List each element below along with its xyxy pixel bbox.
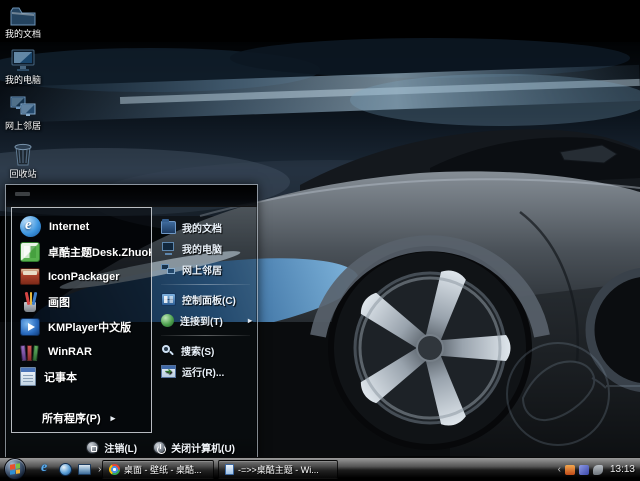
power-icon: [153, 441, 166, 454]
menu-item-paint[interactable]: 画图: [12, 289, 151, 314]
desktop-icon-recycle-bin[interactable]: 回收站: [0, 140, 46, 179]
start-menu-places-panel: 我的文档 我的电脑 网上邻居 控制面板(C) 连接到(T) ▸ 搜索(S) 运行…: [156, 207, 255, 433]
taskbar-task-browser-window[interactable]: 桌面 - 壁纸 - 桌酷...: [102, 460, 214, 479]
log-off-icon: [86, 441, 99, 454]
windows-logo-icon: [10, 463, 20, 474]
menu-item-label: WinRAR: [48, 346, 92, 358]
search-icon: [161, 344, 175, 358]
menu-item-label: 控制面板(C): [182, 292, 236, 307]
submenu-arrow-icon: ▸: [111, 413, 116, 424]
menu-item-winrar[interactable]: WinRAR: [12, 339, 151, 364]
menu-separator: [161, 284, 250, 285]
paint-icon: [20, 292, 40, 312]
document-window-icon: [225, 464, 234, 475]
log-off-button[interactable]: 注销(L): [86, 440, 137, 455]
taskbar-clock[interactable]: 13:13: [610, 464, 635, 475]
menu-item-control-panel[interactable]: 控制面板(C): [156, 289, 255, 310]
tray-icon-2[interactable]: [579, 465, 589, 475]
quick-launch-expand-chevron-icon[interactable]: ›: [98, 464, 101, 475]
menu-item-network-places[interactable]: 网上邻居: [156, 259, 255, 280]
menu-item-search[interactable]: 搜索(S): [156, 340, 255, 361]
taskbar-task-theme-window[interactable]: -=>>桌酷主题 - Wi...: [218, 460, 338, 479]
desktop-icon-my-computer[interactable]: 我的电脑: [0, 48, 46, 85]
start-button[interactable]: [4, 458, 26, 480]
start-menu-user-banner: [6, 185, 257, 207]
quick-launch-browser-icon[interactable]: [59, 463, 72, 476]
menu-item-zhuoku-theme[interactable]: 卓酷主题Desk.ZhuoKu.Com: [12, 239, 151, 264]
desktop-icon-label: 网上邻居: [0, 121, 46, 131]
start-menu-footer: 注销(L) 关闭计算机(U): [6, 435, 257, 459]
network-places-icon: [8, 94, 38, 120]
recycle-bin-icon: [8, 140, 38, 168]
task-button-label: 桌面 - 壁纸 - 桌酷...: [124, 463, 202, 476]
menu-separator: [161, 335, 250, 336]
start-menu-pinned-panel: Internet 卓酷主题Desk.ZhuoKu.Com IconPackage…: [11, 207, 152, 433]
my-computer-icon: [8, 48, 38, 74]
desktop-icon-label: 回收站: [0, 169, 46, 179]
tray-collapse-chevron-icon[interactable]: ‹: [558, 464, 561, 475]
run-icon: [161, 365, 176, 378]
menu-item-iconpackager[interactable]: IconPackager: [12, 264, 151, 289]
menu-item-run[interactable]: 运行(R)...: [156, 361, 255, 382]
network-places-icon: [161, 263, 176, 276]
connect-to-icon: [161, 314, 174, 327]
menu-item-label: 卓酷主题Desk.ZhuoKu.Com: [48, 244, 151, 260]
log-off-label: 注销(L): [104, 440, 137, 455]
chrome-icon: [109, 464, 120, 475]
submenu-arrow-icon: ▸: [248, 316, 255, 325]
winrar-icon: [20, 343, 40, 361]
menu-item-kmplayer[interactable]: KMPlayer中文版: [12, 314, 151, 339]
quick-launch-bar: ›: [40, 458, 101, 481]
menu-item-label: 我的电脑: [182, 241, 222, 256]
start-menu: Internet 卓酷主题Desk.ZhuoKu.Com IconPackage…: [5, 184, 258, 460]
all-programs-label: 所有程序(P): [42, 410, 101, 426]
desktop-icon-label: 我的电脑: [0, 75, 46, 85]
internet-explorer-icon: [20, 216, 41, 237]
iconpackager-icon: [20, 268, 40, 285]
menu-item-my-computer[interactable]: 我的电脑: [156, 238, 255, 259]
menu-item-connect-to[interactable]: 连接到(T) ▸: [156, 310, 255, 331]
task-button-label: -=>>桌酷主题 - Wi...: [238, 463, 319, 476]
my-computer-icon: [161, 242, 176, 255]
notepad-icon: [20, 367, 36, 386]
menu-item-label: 连接到(T): [180, 313, 223, 328]
menu-item-label: 画图: [48, 294, 70, 310]
menu-item-label: Internet: [49, 221, 89, 233]
system-tray: ‹ 13:13: [555, 458, 638, 481]
taskbar: › 桌面 - 壁纸 - 桌酷... -=>>桌酷主题 - Wi... ‹ 13:…: [0, 457, 640, 480]
kmplayer-icon: [20, 318, 40, 336]
user-label: [15, 192, 30, 196]
desktop-icon-label: 我的文档: [0, 29, 46, 39]
desktop-icon-network-places[interactable]: 网上邻居: [0, 94, 46, 131]
desktop-icon-my-documents[interactable]: 我的文档: [0, 2, 46, 39]
control-panel-icon: [161, 293, 176, 306]
menu-item-label: 网上邻居: [182, 262, 222, 277]
menu-item-label: 我的文档: [182, 220, 222, 235]
my-documents-icon: [8, 2, 38, 28]
menu-item-label: 搜索(S): [181, 343, 214, 358]
menu-item-my-documents[interactable]: 我的文档: [156, 217, 255, 238]
menu-item-label: IconPackager: [48, 271, 120, 283]
menu-item-notepad[interactable]: 记事本: [12, 364, 151, 389]
all-programs-button[interactable]: 所有程序(P) ▸: [12, 408, 151, 428]
shut-down-button[interactable]: 关闭计算机(U): [153, 440, 235, 455]
zhuoku-theme-icon: [20, 242, 40, 262]
menu-item-internet[interactable]: Internet: [12, 214, 151, 239]
menu-item-label: 运行(R)...: [182, 364, 224, 379]
tray-icon-3[interactable]: [593, 465, 603, 475]
menu-item-label: 记事本: [44, 369, 77, 385]
quick-launch-show-desktop-icon[interactable]: [78, 464, 91, 475]
my-documents-icon: [161, 221, 176, 234]
quick-launch-internet-explorer-icon[interactable]: [40, 463, 53, 476]
shut-down-label: 关闭计算机(U): [171, 440, 235, 455]
tray-icon-1[interactable]: [565, 465, 575, 475]
menu-item-label: KMPlayer中文版: [48, 319, 131, 335]
